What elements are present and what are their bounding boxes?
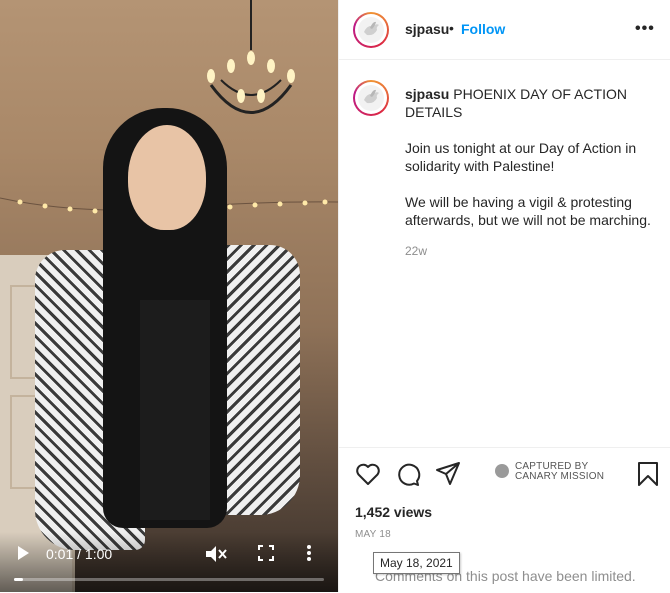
watermark-line-2: CANARY MISSION [515,471,605,482]
caption-username[interactable]: sjpasu [405,86,449,102]
views-count[interactable]: 1,452 views [355,504,432,520]
shirt [140,300,210,520]
caption-age: 22w [405,244,428,258]
dove-icon [364,89,379,104]
caption-avatar[interactable] [353,80,389,116]
mute-icon[interactable] [205,545,227,566]
video-progress-bar[interactable] [14,578,324,581]
share-icon[interactable] [435,461,461,487]
heart-icon[interactable] [355,461,381,487]
post-side-panel: sjpasu • Follow ••• sjpasu PHOENIX DAY O… [338,0,670,592]
post-actions: CAPTURED BY CANARY MISSION 1,452 views M… [339,447,670,593]
video-player[interactable]: 0:01 / 1:00 [0,0,338,592]
date-tooltip: May 18, 2021 [373,552,460,574]
options-icon[interactable]: ••• [635,20,655,38]
caption-paragraph-1: Join us tonight at our Day of Action in … [405,140,637,174]
header-username[interactable]: sjpasu [405,21,449,37]
post-date[interactable]: MAY 18 [355,529,391,540]
follow-button[interactable]: Follow [461,21,505,37]
caption-paragraph-2: We will be having a vigil & protesting a… [405,194,651,228]
video-progress-fill [14,578,24,581]
avatar[interactable] [353,12,389,48]
bookmark-icon[interactable] [635,461,661,487]
play-icon[interactable] [16,545,34,563]
person-face [128,125,206,230]
post-header: sjpasu • Follow ••• [339,0,670,60]
dove-icon [364,21,379,36]
comment-icon[interactable] [395,461,421,487]
more-vertical-icon[interactable] [306,544,312,565]
canary-logo-icon [495,464,509,478]
fullscreen-icon[interactable] [258,545,274,564]
separator-dot: • [449,20,454,36]
time-display: 0:01 / 1:00 [46,546,113,562]
post-caption: sjpasu PHOENIX DAY OF ACTION DETAILS Joi… [405,85,655,229]
video-controls: 0:01 / 1:00 [0,532,338,592]
